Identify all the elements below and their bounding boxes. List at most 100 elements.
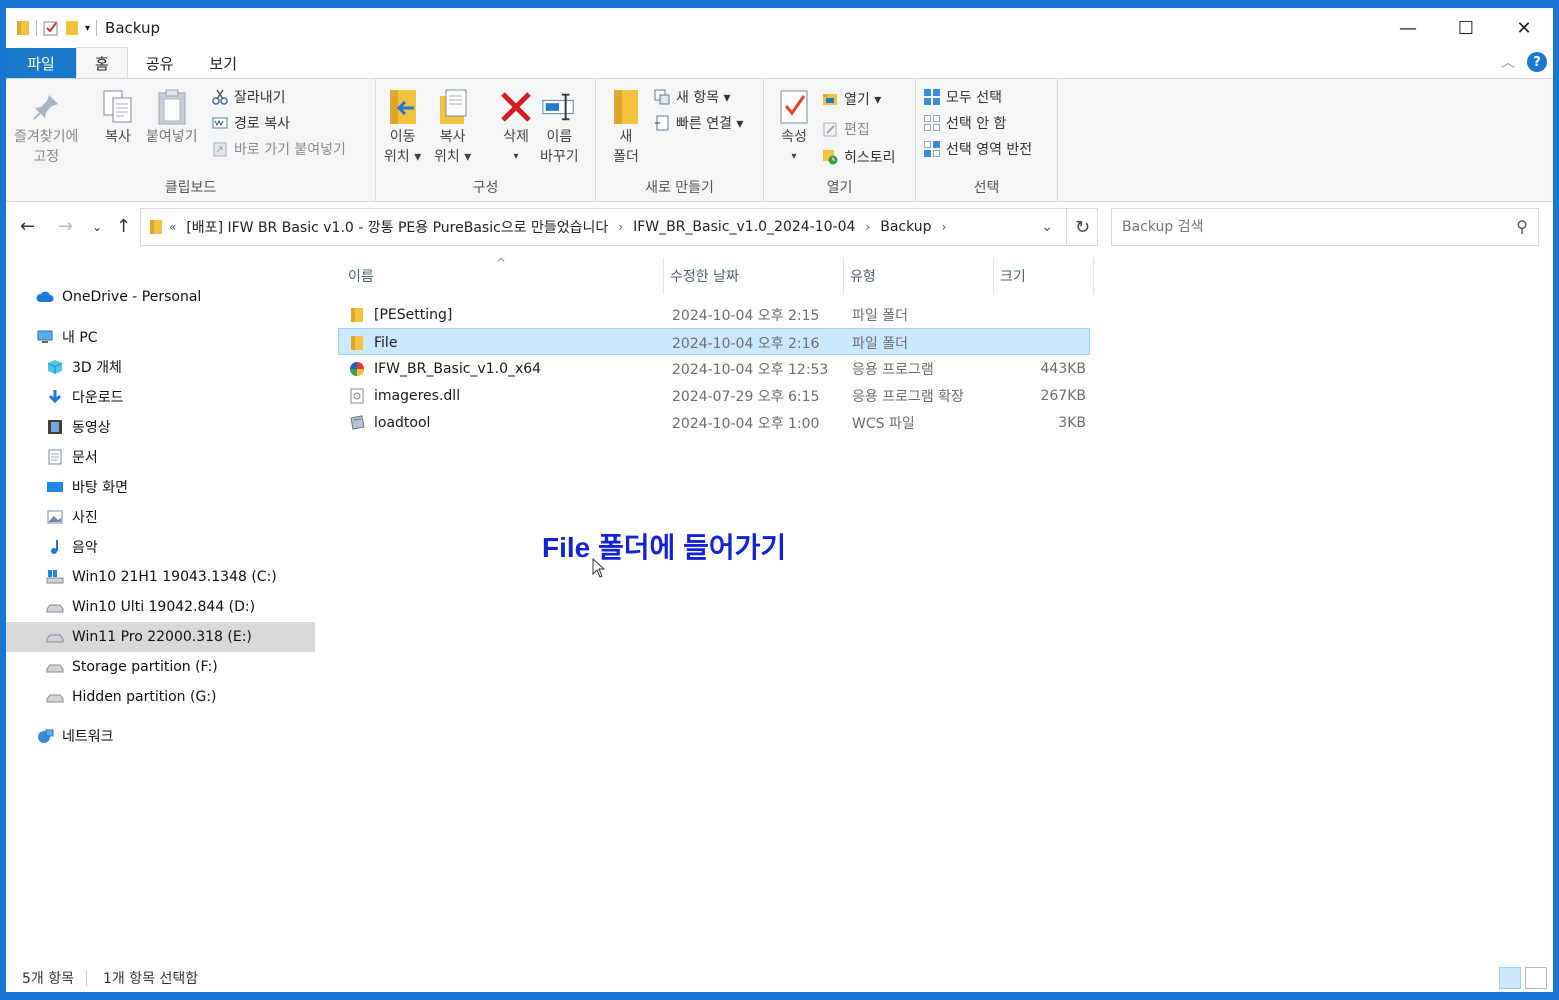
file-row[interactable]: [PESetting] 2024-10-04 오후 2:15 파일 폴더 [338,301,1090,328]
new-folder-button[interactable]: 새 폴더 [608,87,644,167]
rename-label-2: 바꾸기 [540,149,579,165]
details-view-button[interactable] [1499,967,1521,989]
paste-button[interactable]: 붙여넣기 [146,87,198,147]
download-icon [48,390,62,404]
refresh-button[interactable]: ↻ [1066,208,1098,246]
nav-onedrive[interactable]: OneDrive - Personal [36,282,201,312]
overflow-chevron[interactable]: « [163,220,182,234]
organize-group-label: 구성 [472,180,499,196]
nav-label: 문서 [72,450,98,466]
nav-drive-d[interactable]: Win10 Ulti 19042.844 (D:) [46,592,255,622]
edit-button[interactable]: 편집 [822,119,870,139]
nav-drive-g[interactable]: Hidden partition (G:) [46,682,216,712]
properties-button[interactable]: 속성 ▾ [776,87,812,167]
nav-pictures[interactable]: 사진 [46,502,98,532]
large-icons-view-button[interactable] [1525,967,1547,989]
help-button[interactable]: ? [1527,52,1547,72]
paste-shortcut-button[interactable]: 바로 가기 붙여넣기 [212,139,346,159]
nav-network[interactable]: 네트워크 [36,721,114,751]
easy-access-button[interactable]: 빠른 연결 ▾ [654,113,743,133]
copy-to-button[interactable]: 복사 위치 ▾ [434,87,471,167]
move-to-button[interactable]: 이동 위치 ▾ [384,87,421,167]
nav-downloads[interactable]: 다운로드 [46,382,124,412]
select-none-button[interactable]: 선택 안 함 [924,113,1006,133]
file-row[interactable]: loadtool 2024-10-04 오후 1:00 WCS 파일 3KB [338,409,1090,436]
new-folder-icon[interactable] [65,20,79,36]
column-header-size[interactable]: 크기 [994,258,1094,294]
forward-button[interactable]: → [58,216,73,237]
new-item-button[interactable]: 새 항목 ▾ [654,87,731,107]
search-box[interactable]: ⚲ [1111,208,1539,246]
nav-desktop[interactable]: 바탕 화면 [46,472,128,502]
properties-icon[interactable] [43,20,59,36]
file-row[interactable]: imageres.dll 2024-07-29 오후 6:15 응용 프로그램 … [338,382,1090,409]
collapse-ribbon-icon[interactable]: ︿ [1501,52,1515,72]
file-row-selected[interactable]: File 2024-10-04 오후 2:16 파일 폴더 [338,328,1090,355]
column-header-date[interactable]: 수정한 날짜 [664,258,844,294]
file-row[interactable]: IFW_BR_Basic_v1.0_x64 2024-10-04 오후 12:5… [338,355,1090,382]
column-header-type[interactable]: 유형 [844,258,994,294]
open-button[interactable]: 열기 ▾ [822,89,881,109]
breadcrumb-distribution[interactable]: [배포] IFW BR Basic v1.0 - 깡통 PE용 PureBasi… [182,217,612,237]
nav-drive-f[interactable]: Storage partition (F:) [46,652,218,682]
tab-share[interactable]: 공유 [128,48,192,78]
tab-view[interactable]: 보기 [191,48,255,78]
invert-selection-button[interactable]: 선택 영역 반전 [924,139,1032,159]
film-icon [48,420,62,434]
chevron-right-icon[interactable]: › [859,220,876,234]
nav-3d-objects[interactable]: 3D 개체 [46,352,122,382]
chevron-right-icon[interactable]: › [936,220,953,234]
nav-music[interactable]: 음악 [46,532,98,562]
properties-icon [776,87,812,127]
nav-label: Hidden partition (G:) [72,689,217,705]
up-button[interactable]: ↑ [116,216,131,237]
copy-path-label: 경로 복사 [234,116,290,132]
rename-icon [541,87,577,127]
nav-this-pc[interactable]: 내 PC [36,322,98,352]
select-all-button[interactable]: 모두 선택 [924,87,1002,107]
maximize-button[interactable]: ☐ [1437,8,1495,48]
search-icon[interactable]: ⚲ [1516,217,1528,236]
copy-path-button[interactable]: 경로 복사 [212,113,290,133]
close-button[interactable]: ✕ [1495,8,1553,48]
nav-drive-e[interactable]: Win11 Pro 22000.318 (E:) [6,622,315,652]
breadcrumb-backup[interactable]: Backup [876,219,935,235]
rename-button[interactable]: 이름 바꾸기 [540,87,579,167]
new-group: 새 폴더 새 항목 ▾ 빠른 연결 ▾ 새로 만들기 [596,79,764,201]
copy-button[interactable]: 복사 [100,87,136,147]
nav-drive-c[interactable]: Win10 21H1 19043.1348 (C:) [46,562,277,592]
music-icon [51,540,58,554]
breadcrumb-ifw-folder[interactable]: IFW_BR_Basic_v1.0_2024-10-04 [629,219,859,235]
nav-label: 음악 [72,540,98,556]
column-header-name[interactable]: 이름 [342,258,664,294]
qat-dropdown-icon[interactable]: ▾ [85,23,90,34]
open-group-label: 열기 [826,180,853,196]
drive-icon [46,634,64,643]
drive-icon [46,604,64,613]
search-input[interactable] [1122,219,1502,235]
address-dropdown-icon[interactable]: ⌄ [1041,219,1053,235]
cube-icon [47,360,63,374]
recent-locations-button[interactable]: ⌄ [92,220,102,234]
history-button[interactable]: 히스토리 [822,147,896,167]
address-bar[interactable]: « [배포] IFW BR Basic v1.0 - 깡통 PE용 PureBa… [140,208,1098,246]
easy-access-label: 빠른 연결 ▾ [676,116,744,132]
file-name-cell: loadtool [348,409,430,436]
tab-file[interactable]: 파일 [6,48,76,78]
paste-shortcut-label: 바로 가기 붙여넣기 [234,142,346,158]
minimize-button[interactable]: — [1379,8,1437,48]
delete-label-1: 삭제 [503,129,529,145]
pin-quick-access-button[interactable]: 즐겨찾기에 고정 [14,87,78,167]
file-type: WCS 파일 [852,415,915,432]
nav-videos[interactable]: 동영상 [46,412,111,442]
cut-button[interactable]: 잘라내기 [212,87,286,107]
delete-button[interactable]: 삭제 ▾ [498,87,534,167]
nav-documents[interactable]: 문서 [46,442,98,472]
clipboard-group-label: 클립보드 [164,180,217,196]
back-button[interactable]: ← [20,216,35,237]
chevron-right-icon[interactable]: › [612,220,629,234]
nav-label: 다운로드 [72,390,124,406]
instruction-annotation: File 폴더에 들어가기 [542,532,787,563]
tab-home[interactable]: 홈 [76,47,128,78]
nav-label: 내 PC [62,330,98,346]
